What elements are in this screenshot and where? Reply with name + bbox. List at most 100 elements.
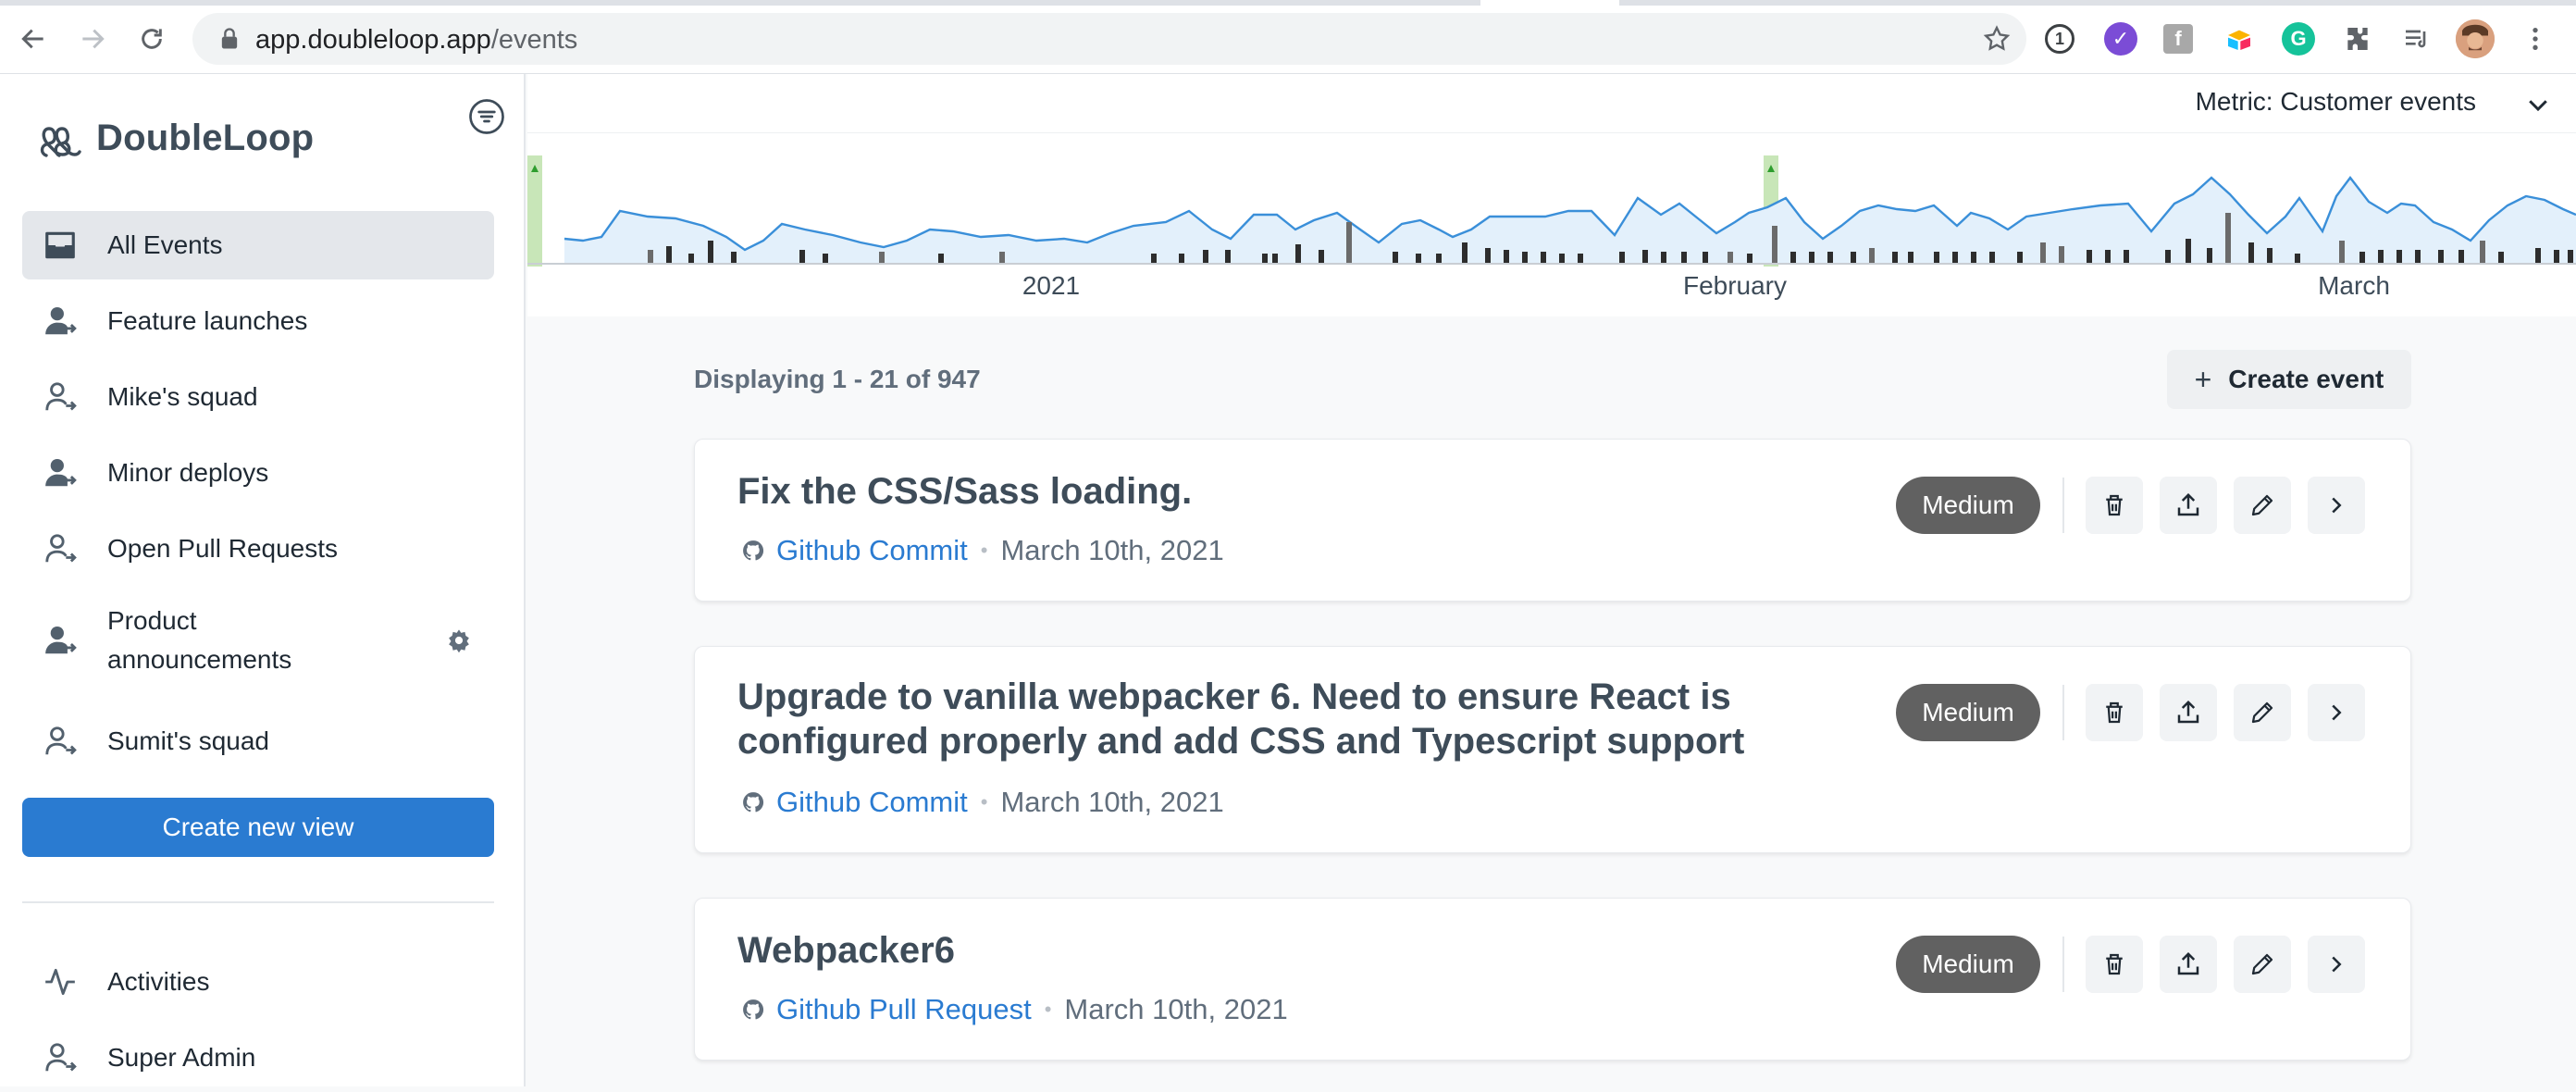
event-tick[interactable] bbox=[2568, 250, 2573, 263]
event-tick[interactable] bbox=[2378, 250, 2384, 263]
event-tick[interactable] bbox=[708, 241, 713, 263]
create-new-view-button[interactable]: Create new view bbox=[22, 798, 494, 857]
event-tick[interactable] bbox=[1661, 252, 1666, 263]
event-tick[interactable] bbox=[2225, 213, 2231, 263]
extension-gray-icon[interactable]: f bbox=[2163, 24, 2193, 54]
menu-icon[interactable] bbox=[2519, 22, 2552, 56]
event-tick[interactable] bbox=[1578, 254, 1583, 263]
delete-button[interactable] bbox=[2086, 684, 2143, 741]
event-tick[interactable] bbox=[999, 252, 1005, 263]
event-tick[interactable] bbox=[1908, 252, 1913, 263]
timeline-chart[interactable]: 2021 February March bbox=[527, 133, 2576, 316]
event-tick[interactable] bbox=[2040, 242, 2046, 263]
event-tick[interactable] bbox=[2535, 248, 2541, 263]
event-card[interactable]: Upgrade to vanilla webpacker 6. Need to … bbox=[694, 646, 2411, 853]
delete-button[interactable] bbox=[2086, 936, 2143, 993]
event-title[interactable]: Webpacker6 bbox=[737, 928, 1802, 973]
forward-button[interactable] bbox=[72, 19, 113, 59]
event-source-link[interactable]: Github Pull Request bbox=[776, 993, 1032, 1026]
filter-icon[interactable] bbox=[468, 98, 505, 135]
reading-list-icon[interactable] bbox=[2400, 22, 2434, 56]
event-tick[interactable] bbox=[1772, 226, 1777, 263]
extension-purple-icon[interactable]: ✓ bbox=[2104, 22, 2137, 56]
event-card[interactable]: Fix the CSS/Sass loading. Github Commit … bbox=[694, 439, 2411, 602]
event-tick[interactable] bbox=[1827, 252, 1833, 263]
event-tick[interactable] bbox=[1703, 252, 1708, 263]
metric-selector[interactable]: Metric: Customer events bbox=[527, 74, 2576, 133]
event-tick[interactable] bbox=[1541, 252, 1546, 263]
reload-button[interactable] bbox=[131, 19, 172, 59]
event-tick[interactable] bbox=[1346, 222, 1352, 263]
event-tick[interactable] bbox=[688, 254, 694, 263]
event-tick[interactable] bbox=[1559, 254, 1565, 263]
event-tick[interactable] bbox=[938, 254, 944, 263]
share-button[interactable] bbox=[2160, 684, 2217, 741]
event-tick[interactable] bbox=[2124, 250, 2129, 263]
event-tick[interactable] bbox=[2554, 250, 2559, 263]
event-tick[interactable] bbox=[2396, 250, 2402, 263]
event-tick[interactable] bbox=[1416, 254, 1421, 263]
event-tick[interactable] bbox=[1203, 250, 1208, 263]
event-tick[interactable] bbox=[2186, 239, 2191, 263]
sidebar-item-super-admin[interactable]: Super Admin bbox=[22, 1024, 494, 1092]
open-button[interactable] bbox=[2308, 477, 2365, 534]
event-tick[interactable] bbox=[2207, 248, 2212, 263]
sidebar-item-mikes-squad[interactable]: Mike's squad bbox=[22, 363, 494, 431]
share-button[interactable] bbox=[2160, 477, 2217, 534]
event-source-link[interactable]: Github Commit bbox=[776, 534, 968, 567]
event-tick[interactable] bbox=[1262, 254, 1268, 263]
event-tick[interactable] bbox=[1809, 252, 1814, 263]
event-tick[interactable] bbox=[1462, 242, 1468, 263]
back-button[interactable] bbox=[13, 19, 54, 59]
event-tick[interactable] bbox=[1619, 252, 1625, 263]
gear-icon[interactable] bbox=[446, 627, 472, 653]
open-button[interactable] bbox=[2308, 684, 2365, 741]
event-tick[interactable] bbox=[666, 246, 672, 263]
event-tick[interactable] bbox=[2087, 250, 2092, 263]
address-bar[interactable]: app.doubleloop.app/events bbox=[192, 13, 2026, 65]
event-tick[interactable] bbox=[2480, 241, 2485, 263]
puzzle-icon[interactable] bbox=[2341, 22, 2374, 56]
event-tick[interactable] bbox=[2498, 252, 2504, 263]
sidebar-item-feature-launches[interactable]: Feature launches bbox=[22, 287, 494, 355]
sidebar-item-open-pull-requests[interactable]: Open Pull Requests bbox=[22, 515, 494, 583]
event-tick[interactable] bbox=[1989, 252, 1995, 263]
event-tick[interactable] bbox=[2165, 250, 2171, 263]
event-tick[interactable] bbox=[1642, 250, 1648, 263]
event-tick[interactable] bbox=[648, 250, 653, 263]
event-tick[interactable] bbox=[1179, 254, 1184, 263]
event-tick[interactable] bbox=[1319, 250, 1324, 263]
event-tick[interactable] bbox=[1681, 252, 1687, 263]
event-tick[interactable] bbox=[2017, 252, 2023, 263]
delete-button[interactable] bbox=[2086, 477, 2143, 534]
event-source-link[interactable]: Github Commit bbox=[776, 786, 968, 819]
event-tick[interactable] bbox=[731, 252, 737, 263]
priority-badge[interactable]: Medium bbox=[1896, 936, 2040, 993]
event-tick[interactable] bbox=[1522, 252, 1528, 263]
event-tick[interactable] bbox=[2267, 248, 2273, 263]
event-tick[interactable] bbox=[1393, 252, 1398, 263]
event-tick[interactable] bbox=[799, 250, 805, 263]
event-tick[interactable] bbox=[1851, 252, 1856, 263]
event-tick[interactable] bbox=[1747, 254, 1752, 263]
event-card[interactable]: Webpacker6 Github Pull Request • March 1… bbox=[694, 898, 2411, 1061]
event-title[interactable]: Fix the CSS/Sass loading. bbox=[737, 469, 1802, 514]
open-button[interactable] bbox=[2308, 936, 2365, 993]
priority-badge[interactable]: Medium bbox=[1896, 477, 2040, 534]
star-icon[interactable] bbox=[1982, 24, 2012, 54]
edit-button[interactable] bbox=[2234, 477, 2291, 534]
event-tick[interactable] bbox=[1952, 252, 1958, 263]
event-tick[interactable] bbox=[1504, 250, 1509, 263]
event-tick[interactable] bbox=[1728, 252, 1733, 263]
brand-logo[interactable]: DoubleLoop bbox=[37, 115, 314, 161]
sidebar-item-activities[interactable]: Activities bbox=[22, 948, 494, 1016]
event-title[interactable]: Upgrade to vanilla webpacker 6. Need to … bbox=[737, 675, 1802, 763]
event-tick[interactable] bbox=[1151, 254, 1157, 263]
event-tick[interactable] bbox=[1485, 248, 1491, 263]
event-tick[interactable] bbox=[1934, 252, 1939, 263]
edit-button[interactable] bbox=[2234, 936, 2291, 993]
1password-icon[interactable]: 1 bbox=[2045, 24, 2074, 54]
event-tick[interactable] bbox=[2415, 250, 2421, 263]
event-tick[interactable] bbox=[2295, 254, 2300, 263]
priority-badge[interactable]: Medium bbox=[1896, 684, 2040, 741]
